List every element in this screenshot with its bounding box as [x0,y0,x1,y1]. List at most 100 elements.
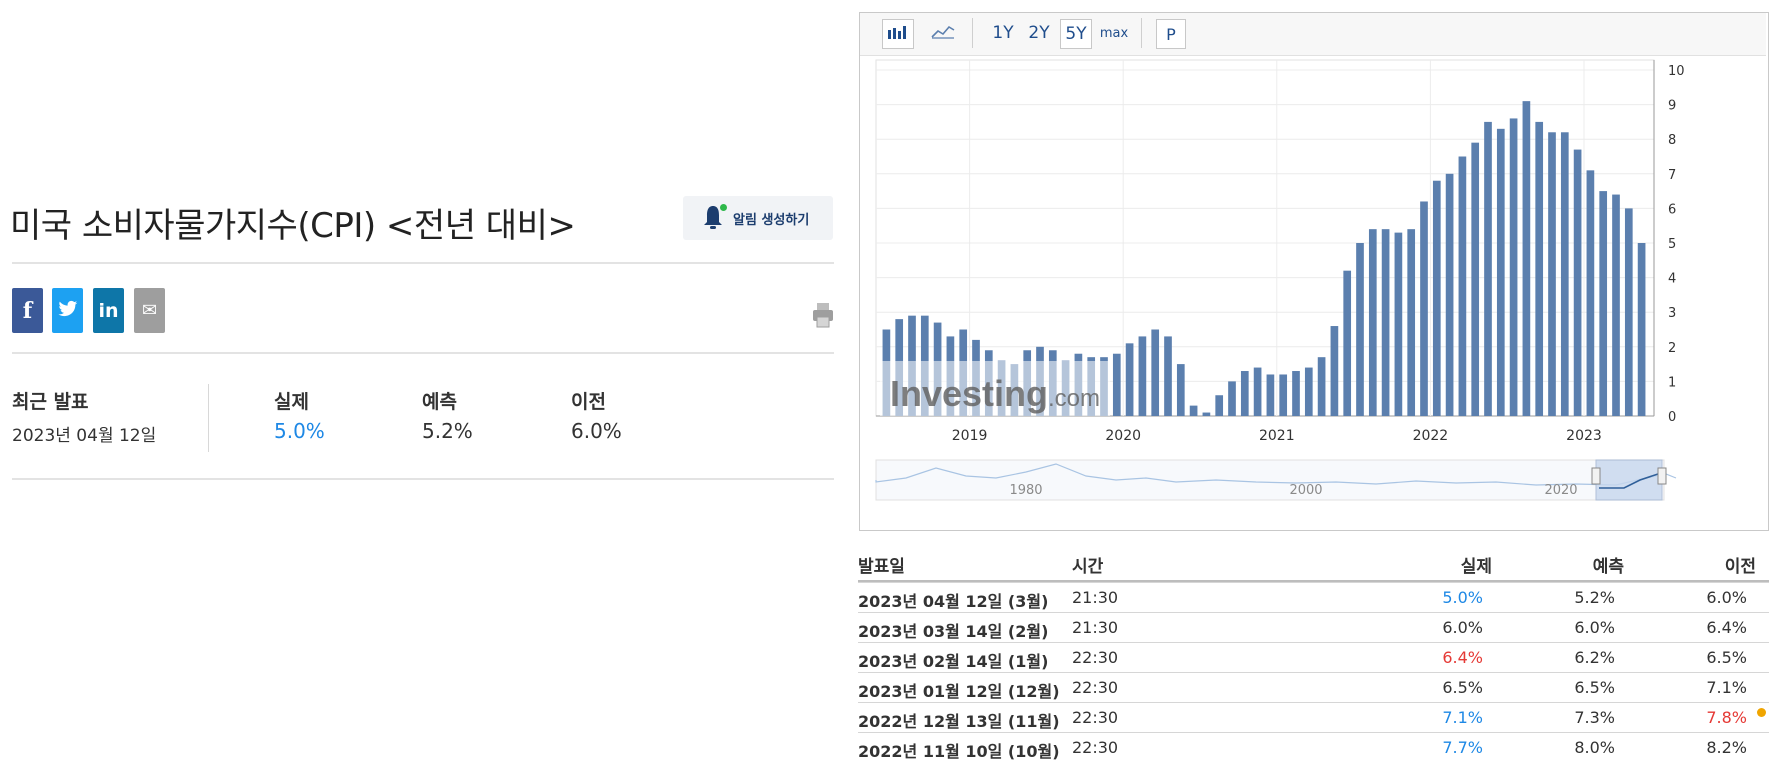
bar [1202,412,1211,416]
bar [1317,357,1326,416]
x-tick-label: 2021 [1259,428,1295,444]
bar [1471,142,1480,416]
col-header-date[interactable]: 발표일 [858,552,905,577]
bar [1112,353,1121,416]
latest-release-date: 2023년 04월 12일 [12,426,157,446]
bar [1368,229,1377,416]
bar [1304,367,1313,416]
range-2y-button[interactable]: 2Y [1024,19,1054,47]
linkedin-share-button[interactable]: in [93,288,124,333]
watermark-logo: Investing [890,373,1048,414]
bar [1189,405,1198,416]
y-tick-label: 3 [1668,306,1676,321]
release-time-cell: 22:30 [1072,648,1119,667]
x-tick-label: 2023 [1566,428,1602,444]
y-tick-label: 8 [1668,133,1676,148]
bar [1240,371,1249,416]
release-time-cell: 22:30 [1072,708,1119,727]
create-alert-button[interactable]: 알림 생성하기 [683,196,833,240]
bar [1535,121,1544,417]
actual-cell: 5.0% [1442,588,1483,607]
email-icon: ✉ [141,300,158,321]
navigator-handle [1591,467,1601,485]
forecast-label: 예측 [422,391,457,413]
twitter-share-button[interactable] [52,288,83,333]
col-header-time[interactable]: 시간 [1072,552,1103,577]
twitter-icon [58,300,78,322]
forecast-cell: 6.5% [1574,678,1615,697]
print-icon[interactable] [812,302,834,328]
x-tick-label: 2019 [952,428,988,444]
table-row: 2023년 03월 14일 (2월) 21:30 6.0% 6.0% 6.4% [858,612,1769,643]
bar-chart-button[interactable] [882,19,914,49]
bar [1458,156,1467,416]
bar [1215,395,1224,416]
bar [1343,270,1352,416]
release-time-cell: 22:30 [1072,738,1119,757]
revised-indicator-icon[interactable] [1757,708,1766,717]
divider [12,262,834,264]
forecast-cell: 6.2% [1574,648,1615,667]
bar [1164,336,1172,416]
x-tick-label: 2022 [1413,428,1449,444]
actual-cell: 6.0% [1442,618,1483,637]
previous-cell: 6.0% [1706,588,1747,607]
facebook-icon: f [22,297,33,324]
divider [12,352,834,354]
previous-value: 6.0% [571,419,622,443]
toolbar-separator [972,18,973,48]
release-date-cell: 2023년 01월 12일 (12월) [858,682,1060,701]
table-row: 2023년 02월 14일 (1월) 22:30 6.4% 6.2% 6.5% [858,642,1769,673]
forecast-cell: 8.0% [1574,738,1615,757]
table-row: 2022년 12월 13일 (11월) 22:30 7.1% 7.3% 7.8% [858,702,1769,733]
email-share-button[interactable]: ✉ [134,288,165,333]
bar [1266,374,1275,416]
col-header-forecast[interactable]: 예측 [1593,552,1624,577]
bar [1420,201,1428,416]
actual-cell: 7.7% [1442,738,1483,757]
bar [1612,194,1620,416]
linkedin-icon: in [98,299,119,322]
navigator-label: 2020 [1544,483,1577,498]
bar [1586,170,1595,416]
actual-cell: 7.1% [1442,708,1483,727]
bar [1330,326,1339,416]
table-row: 2022년 11월 10일 (10월) 22:30 7.7% 8.0% 8.2% [858,732,1769,763]
actual-value: 5.0% [274,419,325,443]
toolbar-separator [1141,18,1142,48]
table-row: 2023년 04월 12일 (3월) 21:30 5.0% 5.2% 6.0% [858,582,1769,613]
col-header-actual[interactable]: 실제 [1461,552,1492,577]
range-5y-button[interactable]: 5Y [1060,19,1092,49]
bar [1548,132,1556,416]
release-date-cell: 2023년 03월 14일 (2월) [858,622,1049,641]
y-tick-label: 0 [1668,410,1676,425]
release-time-cell: 21:30 [1072,618,1119,637]
facebook-share-button[interactable]: f [12,288,43,333]
area-chart-icon [931,23,955,44]
previous-label: 이전 [571,391,606,413]
bar [1599,191,1608,416]
col-header-previous[interactable]: 이전 [1725,552,1756,577]
release-date-cell: 2022년 12월 13일 (11월) [858,712,1060,731]
p-button[interactable]: P [1156,19,1186,49]
bar [1407,229,1416,416]
bar [1509,118,1518,416]
range-max-button[interactable]: max [1096,19,1132,47]
line-chart-button[interactable] [928,19,958,47]
release-time-cell: 22:30 [1072,678,1119,697]
range-1y-button[interactable]: 1Y [988,19,1018,47]
navigator-label: 2000 [1289,483,1322,498]
navigator-label: 1980 [1009,483,1042,498]
forecast-cell: 6.0% [1574,618,1615,637]
x-tick-label: 2020 [1105,428,1141,444]
actual-label: 실제 [274,391,309,413]
create-alert-label: 알림 생성하기 [733,212,810,228]
y-tick-label: 5 [1668,237,1676,252]
release-date-cell: 2023년 04월 12일 (3월) [858,592,1049,611]
bar [1381,229,1390,416]
release-date-cell: 2023년 02월 14일 (1월) [858,652,1049,671]
y-tick-label: 1 [1668,375,1676,390]
previous-cell: 8.2% [1706,738,1747,757]
bar [1522,101,1531,416]
bar [1228,381,1236,416]
